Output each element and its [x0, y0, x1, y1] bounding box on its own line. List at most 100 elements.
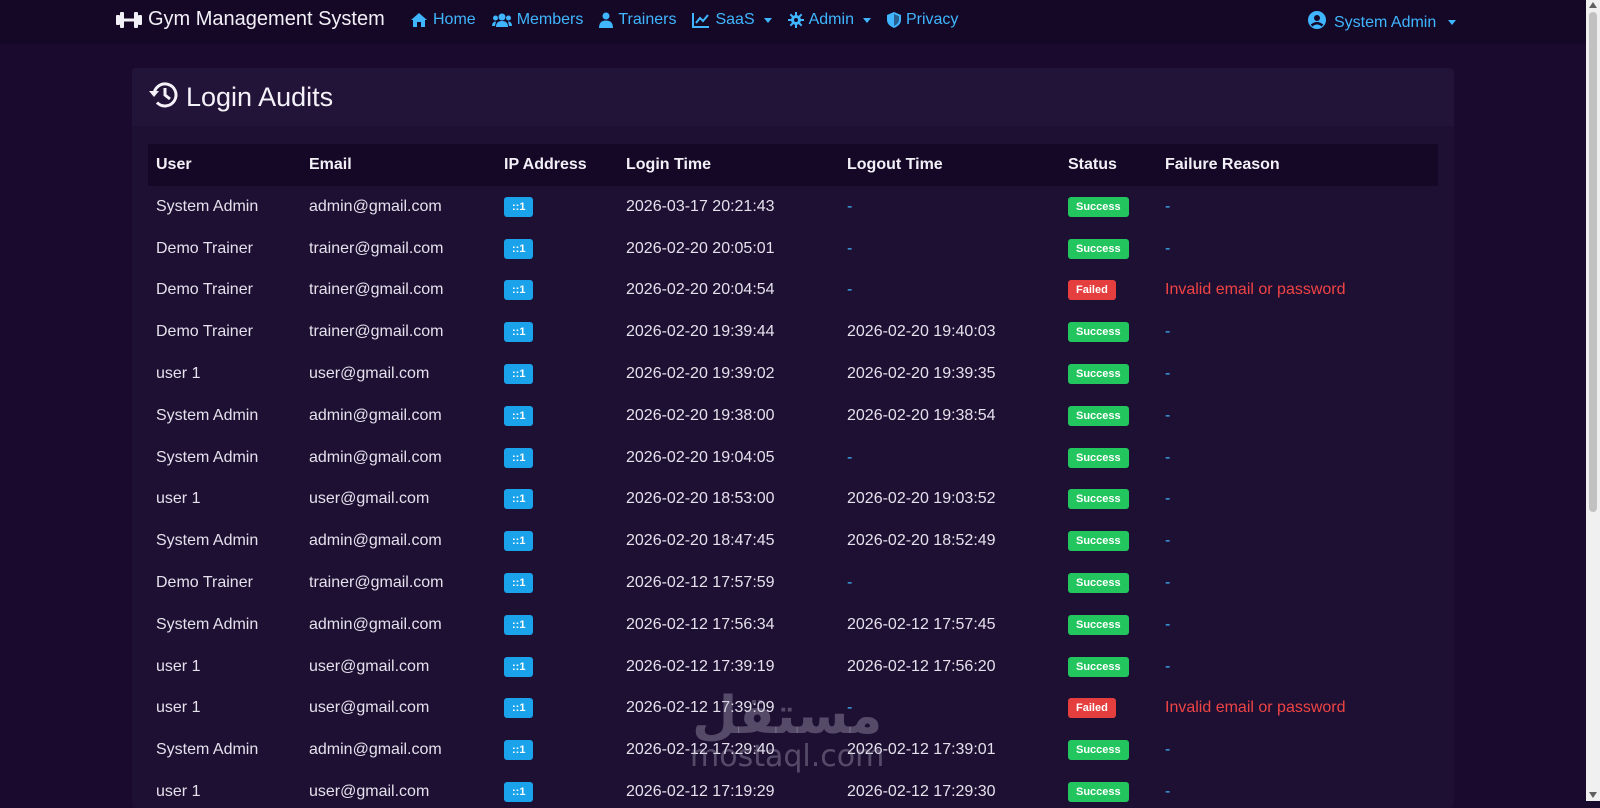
- user-name-cell: user 1: [148, 771, 301, 808]
- scroll-up-icon[interactable]: [1589, 2, 1597, 8]
- user-name: Demo Trainer: [156, 323, 253, 341]
- vertical-scrollbar[interactable]: [1586, 0, 1600, 801]
- status-badge: Success: [1068, 614, 1129, 635]
- user-email: admin@gmail.com: [309, 406, 442, 424]
- chevron-down-icon: [1448, 20, 1457, 25]
- logout-time: 2026-02-20 19:38:54: [847, 406, 996, 424]
- logout-time: -: [847, 239, 853, 257]
- history-icon: [148, 80, 180, 115]
- shield-icon: [886, 12, 901, 28]
- user-name-cell: System Admin: [148, 186, 301, 228]
- logout-time-cell: -: [839, 688, 1060, 730]
- user-email-cell: trainer@gmail.com: [301, 311, 496, 353]
- nav-home[interactable]: Home: [410, 11, 476, 29]
- user-email-cell: trainer@gmail.com: [301, 562, 496, 604]
- column-header: Login Time: [626, 156, 712, 173]
- nav-saas[interactable]: SaaS: [692, 11, 772, 29]
- user-email-cell: user@gmail.com: [301, 479, 496, 521]
- ip-badge: ::1: [504, 782, 534, 803]
- failure-reason: -: [1165, 406, 1171, 424]
- nav-home-label: Home: [433, 11, 476, 28]
- user-email: admin@gmail.com: [309, 741, 442, 759]
- user-name-cell: System Admin: [148, 395, 301, 437]
- ip-badge-cell: ::1: [496, 270, 618, 312]
- failure-reason-cell: -: [1157, 562, 1438, 604]
- dumbbell-icon: [116, 10, 142, 30]
- user-email: user@gmail.com: [309, 783, 430, 801]
- logout-time-cell: -: [839, 228, 1060, 270]
- nav-privacy-label: Privacy: [905, 11, 959, 28]
- table-row: user 1 user@gmail.com::1 2026-02-12 17:39:…: [148, 646, 1438, 688]
- ip-badge-cell: ::1: [496, 729, 618, 771]
- logout-time-cell: -: [839, 186, 1060, 228]
- user-email: trainer@gmail.com: [309, 574, 444, 592]
- failure-reason: Invalid email or password: [1165, 699, 1346, 717]
- table-row: user 1 user@gmail.com::1 2026-02-12 17:39:…: [148, 688, 1438, 730]
- user-name-cell: System Admin: [148, 437, 301, 479]
- nav-admin[interactable]: Admin: [787, 11, 871, 29]
- nav-privacy[interactable]: Privacy: [886, 11, 959, 29]
- table-row: Demo Trainer trainer@gmail.com::1 2026-02-…: [148, 311, 1438, 353]
- ip-badge-cell: ::1: [496, 311, 618, 353]
- failure-reason-cell: -: [1157, 437, 1438, 479]
- nav-trainers[interactable]: Trainers: [599, 11, 676, 29]
- logout-time-cell: 2026-02-12 17:56:20: [839, 646, 1060, 688]
- user-name: System Admin: [156, 448, 259, 466]
- login-time: 2026-02-12 17:29:40: [626, 741, 775, 759]
- login-time: 2026-02-12 17:56:34: [626, 615, 775, 633]
- table-row: System Admin admin@gmail.com::1 2026-03-17…: [148, 186, 1438, 228]
- status-badge: Success: [1068, 531, 1129, 552]
- ip-badge: ::1: [504, 531, 534, 552]
- table-row: System Admin admin@gmail.com::1 2026-02-12…: [148, 729, 1438, 771]
- table-row: System Admin admin@gmail.com::1 2026-02-12…: [148, 604, 1438, 646]
- nav-members[interactable]: Members: [491, 11, 583, 29]
- user-name-cell: user 1: [148, 479, 301, 521]
- user-email-cell: admin@gmail.com: [301, 604, 496, 646]
- chevron-down-icon: [763, 17, 772, 23]
- failure-reason-cell: Invalid email or password: [1157, 688, 1438, 730]
- failure-reason: Invalid email or password: [1165, 281, 1346, 299]
- login-time-cell: 2026-02-20 20:04:54: [618, 270, 839, 312]
- login-time-cell: 2026-02-20 20:05:01: [618, 228, 839, 270]
- ip-badge-cell: ::1: [496, 604, 618, 646]
- login-time: 2026-02-20 19:04:05: [626, 448, 775, 466]
- login-time: 2026-02-12 17:57:59: [626, 574, 775, 592]
- user-email-cell: admin@gmail.com: [301, 437, 496, 479]
- table-row: System Admin admin@gmail.com::1 2026-02-20…: [148, 395, 1438, 437]
- login-time-cell: 2026-02-12 17:19:29: [618, 771, 839, 808]
- audit-table: User Email IP Address Login Time Logout Time…: [148, 144, 1438, 808]
- user-email-cell: user@gmail.com: [301, 688, 496, 730]
- login-time-cell: 2026-03-17 20:21:43: [618, 186, 839, 228]
- status-badge: Success: [1068, 322, 1129, 343]
- status-badge: Success: [1068, 238, 1129, 259]
- failure-reason-cell: Invalid email or password: [1157, 270, 1438, 312]
- table-row: user 1 user@gmail.com::1 2026-02-20 18:53:…: [148, 479, 1438, 521]
- user-email-cell: trainer@gmail.com: [301, 228, 496, 270]
- scroll-thumb[interactable]: [1589, 12, 1597, 512]
- brand-link[interactable]: Gym Management System: [116, 8, 385, 31]
- ip-badge-cell: ::1: [496, 395, 618, 437]
- scroll-down-icon[interactable]: [1589, 792, 1597, 798]
- chart-line-icon: [692, 12, 710, 28]
- user-name: user 1: [156, 490, 201, 508]
- failure-reason: -: [1165, 323, 1171, 341]
- ip-badge: ::1: [504, 322, 534, 343]
- login-time: 2026-02-20 20:05:01: [626, 239, 775, 257]
- login-time-cell: 2026-02-20 18:47:45: [618, 520, 839, 562]
- table-row: System Admin admin@gmail.com::1 2026-02-20…: [148, 520, 1438, 562]
- ip-badge-cell: ::1: [496, 228, 618, 270]
- user-icon: [599, 12, 614, 28]
- ip-badge: ::1: [504, 489, 534, 510]
- nav-links: Home Members Trainers SaaS Admin Privacy: [410, 11, 958, 29]
- table-row: user 1 user@gmail.com::1 2026-02-20 19:39:…: [148, 353, 1438, 395]
- table-row: Demo Trainer trainer@gmail.com::1 2026-02-…: [148, 228, 1438, 270]
- user-name: Demo Trainer: [156, 281, 253, 299]
- failure-reason-cell: -: [1157, 771, 1438, 808]
- login-time: 2026-02-20 19:39:02: [626, 365, 775, 383]
- logout-time: -: [847, 699, 853, 717]
- page-title: Login Audits: [186, 81, 334, 112]
- logout-time: -: [847, 574, 853, 592]
- user-menu[interactable]: System Admin: [1308, 11, 1457, 34]
- login-time: 2026-02-12 17:39:09: [626, 699, 775, 717]
- logout-time: 2026-02-12 17:57:45: [847, 615, 996, 633]
